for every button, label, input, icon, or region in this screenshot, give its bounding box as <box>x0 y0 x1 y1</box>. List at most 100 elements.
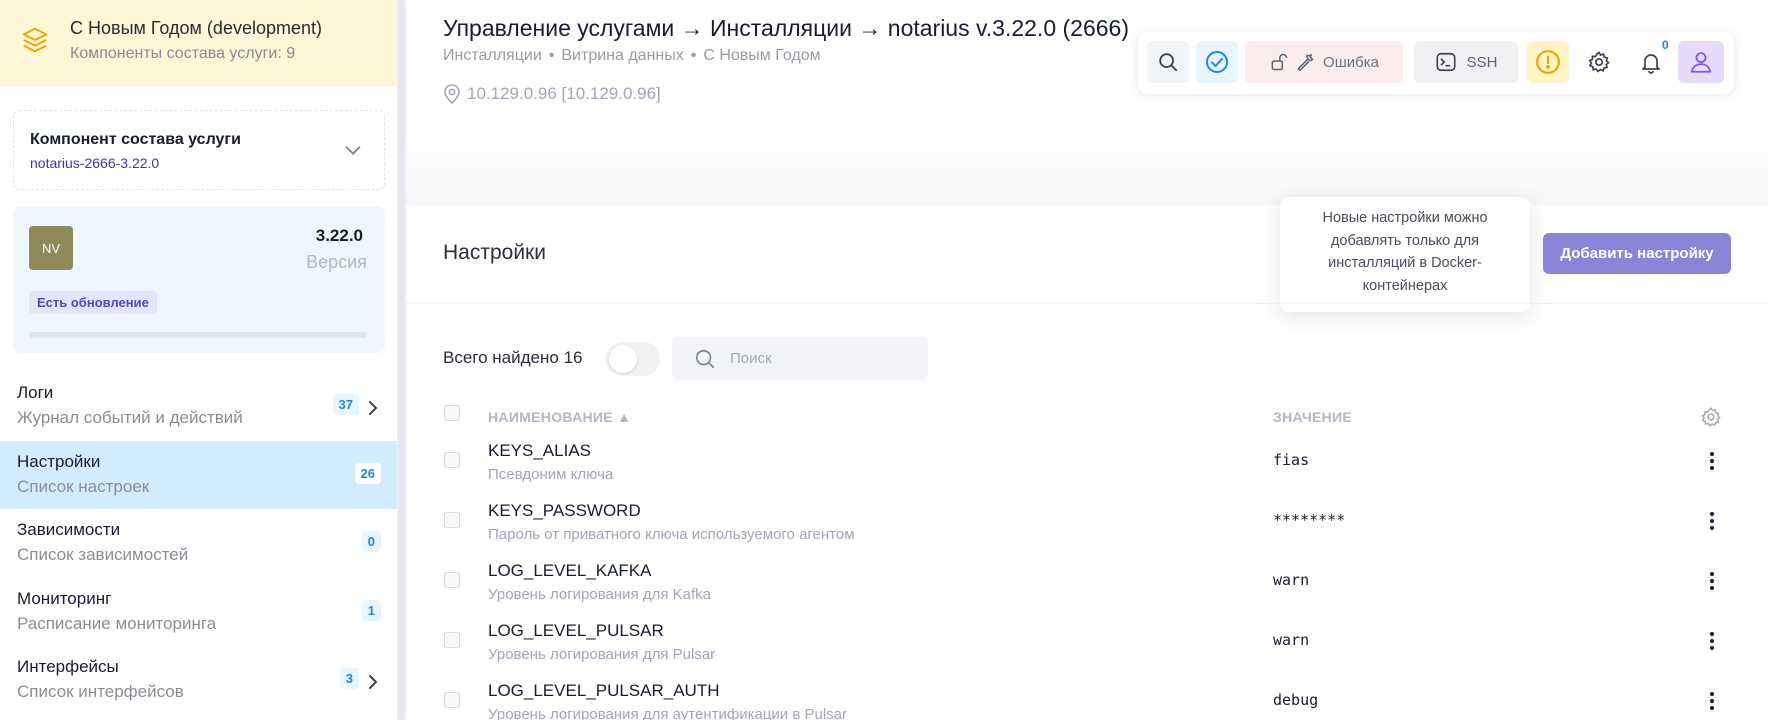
settings-button[interactable] <box>1578 41 1620 83</box>
table-row[interactable]: KEYS_ALIAS Псевдоним ключа fias <box>406 441 1768 501</box>
setting-description: Пароль от приватного ключа используемого… <box>488 526 855 543</box>
page-header: Управление услугами → Инсталляции → nota… <box>406 0 1768 205</box>
sidebar-nav: Логи Журнал событий и действий 37 Настро… <box>0 372 397 715</box>
chevron-right-icon <box>369 401 378 415</box>
row-checkbox[interactable] <box>444 632 460 648</box>
add-setting-button[interactable]: Добавить настройку <box>1543 233 1731 274</box>
sidebar-item-title: Настройки <box>17 451 101 471</box>
setting-description: Уровень логирования для Pulsar <box>488 646 716 663</box>
warning-button[interactable] <box>1527 41 1569 83</box>
tooltip: Новые настройки можно добавлять только д… <box>1280 197 1530 312</box>
search-button[interactable] <box>1147 41 1189 83</box>
check-circle-icon <box>1206 51 1228 73</box>
table-row[interactable]: LOG_LEVEL_KAFKA Уровень логирования для … <box>406 561 1768 621</box>
breadcrumb-item[interactable]: Инсталляции <box>443 47 542 64</box>
breadcrumb-separator: • <box>548 47 555 64</box>
filter-toggle[interactable] <box>606 342 660 376</box>
wrench-icon <box>1297 54 1314 72</box>
column-header-value[interactable]: ЗНАЧЕНИЕ <box>1273 409 1352 425</box>
setting-name: LOG_LEVEL_PULSAR <box>488 621 664 640</box>
sidebar-item-title: Мониторинг <box>17 588 112 608</box>
bell-icon <box>1642 54 1660 74</box>
user-icon <box>1690 52 1712 73</box>
breadcrumb-item[interactable]: Витрина данных <box>561 47 683 64</box>
setting-value: warn <box>1273 571 1310 589</box>
version-number: 3.22.0 <box>315 226 363 245</box>
setting-description: Псевдоним ключа <box>488 466 614 483</box>
status-ok-button[interactable] <box>1196 41 1238 83</box>
more-vertical-icon[interactable] <box>1706 689 1718 713</box>
component-selector[interactable]: Компонент состава услуги notarius-2666-3… <box>13 110 385 190</box>
sidebar-item-interfaces[interactable]: Интерфейсы Список интерфейсов 3 <box>0 646 397 715</box>
setting-value: ******** <box>1273 511 1346 529</box>
search-icon <box>1159 53 1178 72</box>
setting-name: KEYS_PASSWORD <box>488 501 641 520</box>
row-checkbox[interactable] <box>444 692 460 708</box>
more-vertical-icon[interactable] <box>1706 569 1718 593</box>
search-icon <box>695 349 715 368</box>
terminal-icon <box>1436 52 1456 72</box>
setting-name: KEYS_ALIAS <box>488 441 592 460</box>
page-title: Управление услугами → Инсталляции → nota… <box>443 15 1129 41</box>
table-row[interactable]: KEYS_PASSWORD Пароль от приватного ключа… <box>406 501 1768 561</box>
warning-icon <box>1536 50 1560 74</box>
setting-description: Уровень логирования для Kafka <box>488 586 711 603</box>
sidebar-item-subtitle: Список зависимостей <box>17 545 189 564</box>
component-label: Компонент состава услуги <box>30 131 241 148</box>
row-checkbox[interactable] <box>444 452 460 468</box>
service-header[interactable]: С Новым Годом (development) Компоненты с… <box>0 0 397 86</box>
ssh-label: SSH <box>1466 53 1498 71</box>
error-button[interactable]: Ошибка <box>1245 41 1403 83</box>
table-row[interactable]: LOG_LEVEL_PULSAR Уровень логирования для… <box>406 621 1768 681</box>
select-all-checkbox[interactable] <box>444 405 460 421</box>
gear-icon[interactable] <box>1700 406 1722 428</box>
update-badge[interactable]: Есть обновление <box>29 291 157 314</box>
service-subtitle: Компоненты состава услуги: 9 <box>70 45 296 62</box>
sidebar-scrollbar[interactable] <box>397 0 406 720</box>
user-menu-button[interactable] <box>1678 41 1724 83</box>
total-found: Всего найдено 16 <box>443 348 583 367</box>
column-header-name[interactable]: НАИМЕНОВАНИЕ ▲ <box>488 409 631 425</box>
chevron-right-icon <box>369 675 378 689</box>
sidebar-item-subtitle: Расписание мониторинга <box>17 613 217 633</box>
setting-value: fias <box>1273 451 1310 469</box>
ssh-button[interactable]: SSH <box>1414 41 1518 83</box>
setting-value: debug <box>1273 691 1319 709</box>
divider <box>406 303 1768 304</box>
search-input[interactable] <box>730 350 900 367</box>
breadcrumb: Инсталляции • Витрина данных • С Новым Годом <box>443 47 821 65</box>
count-badge: 26 <box>354 462 381 484</box>
more-vertical-icon[interactable] <box>1706 509 1718 533</box>
notifications-count: 0 <box>1662 38 1669 52</box>
service-title: С Новым Годом (development) <box>70 18 322 38</box>
toggle-knob <box>609 345 637 373</box>
settings-panel: Настройки Новые настройки можно добавлят… <box>406 197 1768 720</box>
error-label: Ошибка <box>1323 53 1379 71</box>
count-badge: 37 <box>332 394 359 415</box>
sidebar-item-logs[interactable]: Логи Журнал событий и действий 37 <box>0 372 397 441</box>
component-value: notarius-2666-3.22.0 <box>30 155 160 171</box>
search-field[interactable] <box>672 337 928 380</box>
breadcrumb-item[interactable]: С Новым Годом <box>703 47 820 64</box>
table-row[interactable]: LOG_LEVEL_PULSAR_AUTH Уровень логировани… <box>406 681 1768 720</box>
ip-text: 10.129.0.96 [10.129.0.96] <box>467 84 661 103</box>
sidebar-item-dependencies[interactable]: Зависимости Список зависимостей 0 <box>0 509 397 578</box>
unlock-icon <box>1271 53 1288 71</box>
layers-icon <box>22 27 48 53</box>
sidebar-item-settings[interactable]: Настройки Список настроек 26 <box>0 440 397 509</box>
count-badge: 0 <box>361 531 381 552</box>
setting-value: warn <box>1273 631 1310 649</box>
sidebar-item-monitoring[interactable]: Мониторинг Расписание мониторинга 1 <box>0 578 397 647</box>
chevron-down-icon <box>345 146 361 155</box>
ip-address: 10.129.0.96 [10.129.0.96] <box>443 84 661 104</box>
gear-icon <box>1588 51 1610 73</box>
scrollbar-thumb[interactable] <box>398 0 405 720</box>
more-vertical-icon[interactable] <box>1706 449 1718 473</box>
row-checkbox[interactable] <box>444 512 460 528</box>
more-vertical-icon[interactable] <box>1706 629 1718 653</box>
location-pin-icon <box>444 84 460 104</box>
avatar: NV <box>29 226 73 270</box>
row-checkbox[interactable] <box>444 572 460 588</box>
sidebar-item-subtitle: Список настроек <box>17 476 150 496</box>
count-badge: 3 <box>339 668 359 689</box>
